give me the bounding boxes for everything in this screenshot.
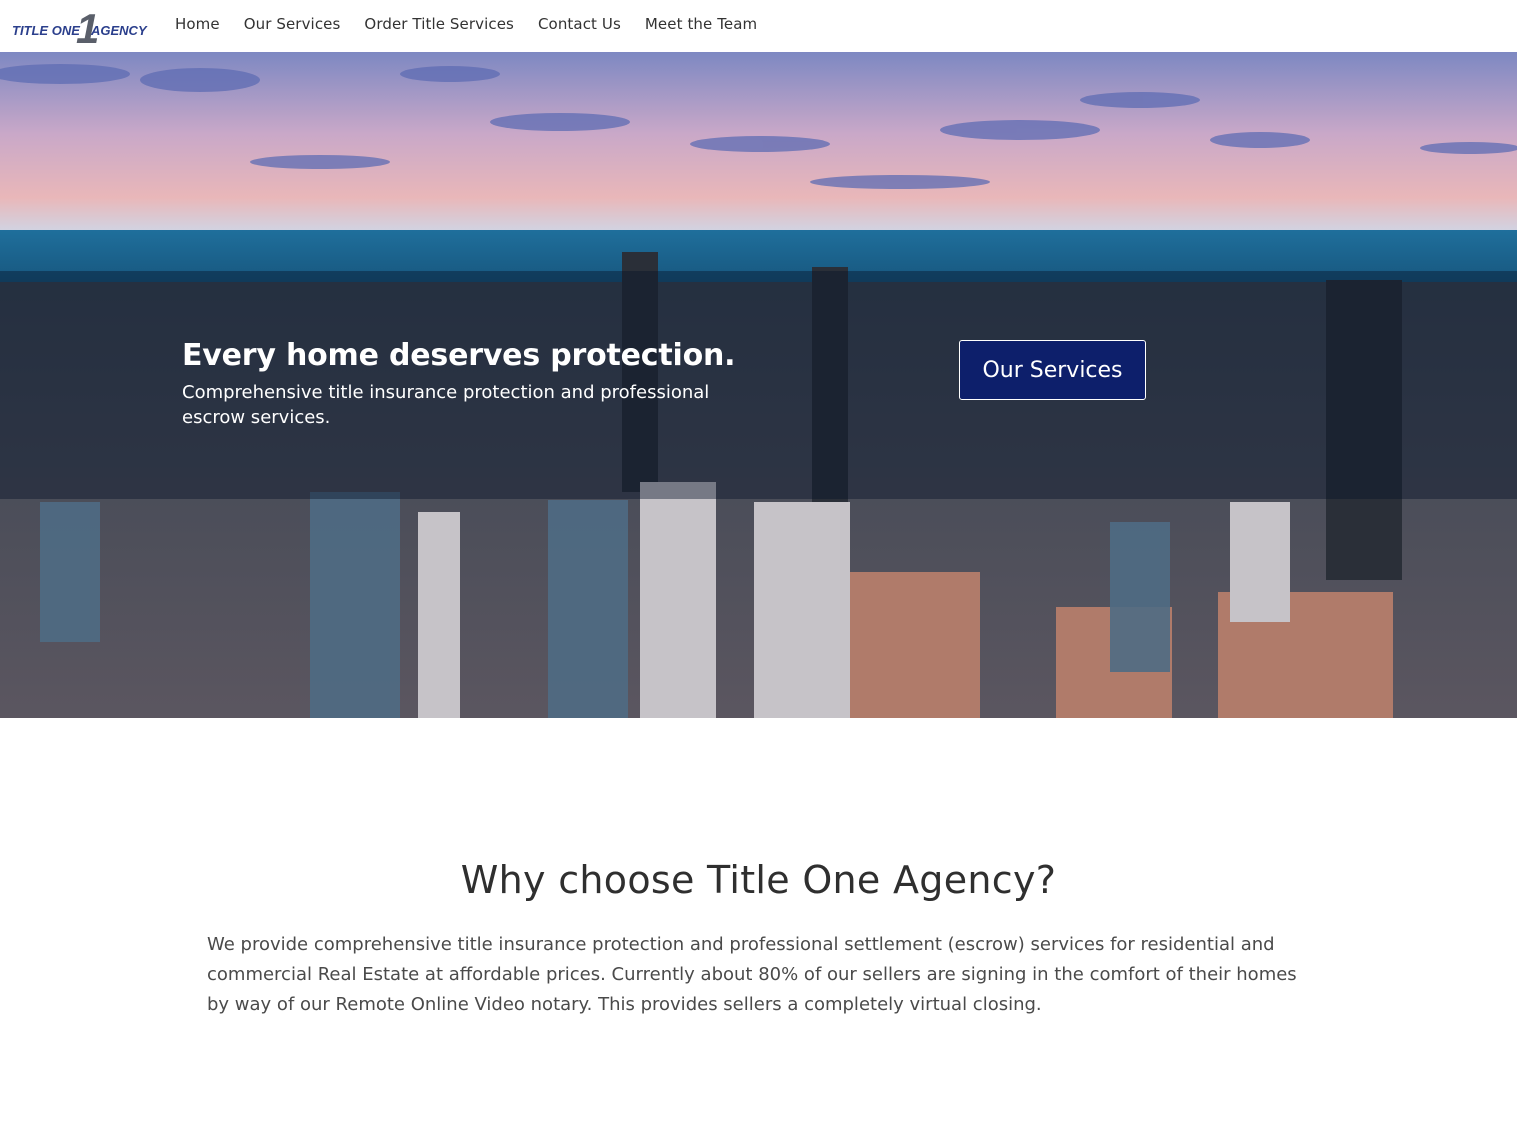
main-nav: Home Our Services Order Title Services C… (175, 15, 781, 33)
nav-meet-the-team[interactable]: Meet the Team (645, 15, 757, 33)
svg-text:TITLE ONE: TITLE ONE (12, 23, 80, 38)
title-one-agency-logo[interactable]: TITLE ONE 1 AGENCY (12, 5, 148, 47)
nav-our-services[interactable]: Our Services (244, 15, 341, 33)
our-services-button[interactable]: Our Services (959, 340, 1146, 400)
hero-subheading: Comprehensive title insurance protection… (182, 382, 710, 428)
why-choose-heading: Why choose Title One Agency? (460, 858, 1057, 902)
site-header: TITLE ONE 1 AGENCY Home Our Services Ord… (0, 0, 1517, 52)
nav-order-title-services[interactable]: Order Title Services (364, 15, 514, 33)
hero-heading: Every home deserves protection. (182, 338, 736, 373)
svg-text:AGENCY: AGENCY (90, 23, 148, 38)
why-choose-paragraph: We provide comprehensive title insurance… (207, 934, 1297, 1015)
nav-home[interactable]: Home (175, 15, 220, 33)
hero-section: Every home deserves protection. Comprehe… (0, 52, 1517, 718)
nav-contact-us[interactable]: Contact Us (538, 15, 621, 33)
